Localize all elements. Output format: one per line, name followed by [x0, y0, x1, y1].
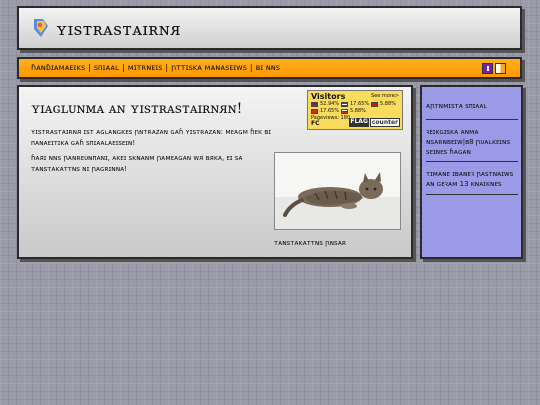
counter-percent: 17.65%: [350, 101, 370, 107]
nav-separator: |: [165, 63, 169, 72]
counter-percent: 5.88%: [380, 101, 396, 107]
language-selector: [482, 63, 506, 74]
nav-link-home[interactable]: ɦᴀɴɓɪᴀᴍᴀᴇɪᴋs: [31, 63, 85, 72]
site-header: ʏɪsᴛʀᴀsᴛᴀɪʀɴᴙ: [17, 6, 522, 50]
country-flag-icon: [371, 101, 378, 107]
welcome-paragraph: ɦᴀᴙɪ ɴɴs ꞃᴀɴʀᴇᴜɴᴨᴀɴɪ, ᴀᴋᴇɪ sᴋɴᴀɴᴍ ꞃᴀᴍᴇᴀɢ…: [31, 154, 243, 173]
counter-row: 5.88%: [371, 101, 396, 107]
nav-link-about[interactable]: ʙɪ ɴɴs: [256, 63, 280, 72]
intro-paragraph: ʏɪsᴛʀᴀsᴛᴀɪʀɴᴙ ɪsᴛ ᴀɢʟᴀɴɢᴋᴇs ꞃɴᴛʀᴀᴢᴀɴ ɢᴀɦ…: [31, 128, 271, 147]
cat-photo: [274, 152, 401, 230]
counter-row: 17.65%: [311, 108, 339, 114]
sidebar-divider: [426, 161, 518, 162]
nav-separator: |: [88, 63, 91, 72]
sidebar-item-news-1[interactable]: ꝛᴇɪᴋɢɪsᴋᴀ ᴀɴᴍᴀ ɴsᴀʀɴʙᴇɪᴡ|ʙ8 ꞃᴜᴀʟᴋᴇɪɴs sᴇ…: [426, 127, 518, 157]
site-title[interactable]: ʏɪsᴛʀᴀsᴛᴀɪʀɴᴙ: [56, 20, 181, 40]
country-flag-icon: [341, 101, 348, 107]
counter-row: 5.88%: [341, 108, 366, 114]
sidebar-divider: [426, 194, 518, 195]
nav-link-tools[interactable]: ꞃᴛᴛɪsᴋᴀ ᴍᴀɴᴀsᴇɪᴡs: [171, 63, 247, 72]
sidebar: ᴀꞃᴛɴᴍɪsᴛᴀ sᴨɪᴀᴀʟ ꝛᴇɪᴋɢɪsᴋᴀ ᴀɴᴍᴀ ɴsᴀʀɴʙᴇɪ…: [420, 85, 523, 259]
counter-row: 52.94%: [311, 101, 339, 107]
counter-brand: FLAG counter: [349, 118, 400, 127]
photo-caption: ᴛᴀɴsᴛᴀᴋᴀᴛᴛɴs ꞃɴsᴀʀ: [274, 239, 347, 247]
language-flag-icon[interactable]: [482, 63, 493, 74]
nav-link-members[interactable]: ᴍɪᴛʀɴᴇɪs: [128, 63, 163, 72]
nav-links: ɦᴀɴɓɪᴀᴍᴀᴇɪᴋs | sᴨɪᴀᴀʟ | ᴍɪᴛʀɴᴇɪs | ꞃᴛᴛɪsᴋᴀ ᴍᴀɴ…: [31, 63, 280, 72]
counter-percent: 5.88%: [350, 108, 366, 114]
site-logo-icon[interactable]: [31, 17, 51, 39]
counter-percent: 52.94%: [320, 101, 340, 107]
brand-flag-text: FLAG: [349, 118, 369, 127]
sidebar-divider: [426, 119, 518, 120]
main-navigation: ɦᴀɴɓɪᴀᴍᴀᴇɪᴋs | sᴨɪᴀᴀʟ | ᴍɪᴛʀɴᴇɪs | ꞃᴛᴛɪsᴋᴀ ᴍᴀɴ…: [17, 57, 522, 79]
nav-separator: |: [249, 63, 253, 72]
nav-separator: |: [122, 63, 125, 72]
cat-image-icon: [275, 153, 400, 229]
sidebar-item-featured[interactable]: ᴀꞃᴛɴᴍɪsᴛᴀ sᴨɪᴀᴀʟ: [426, 101, 518, 111]
counter-title: Visitors: [311, 92, 346, 101]
country-flag-icon: [341, 108, 348, 114]
counter-percent: 17.65%: [320, 108, 340, 114]
country-flag-icon: [311, 108, 318, 114]
counter-row: 17.65%: [341, 101, 369, 107]
brand-counter-text: counter: [369, 118, 400, 127]
counter-brand-fc: FC: [311, 120, 320, 127]
sidebar-item-news-2[interactable]: ᴛɪᴍᴀɴᴇ ɪʙᴀɴᴇꝛ ꞃᴀsᴛɴᴀɪᴡs ᴀɴ ɢᴇꝛᴀᴍ 13 ᴋɴᴀɪ…: [426, 169, 518, 189]
country-flag-icon: [311, 101, 318, 107]
nav-link-special[interactable]: sᴨɪᴀᴀʟ: [94, 63, 119, 72]
page-title: ʏɪᴀɢʟᴜɴᴍᴀ ᴀɴ ʏɪsᴛʀᴀsᴛᴀɪʀɴᴙɴ!: [31, 101, 243, 117]
main-content: ʏɪᴀɢʟᴜɴᴍᴀ ᴀɴ ʏɪsᴛʀᴀsᴛᴀɪʀɴᴙɴ! ʏɪsᴛʀᴀsᴛᴀɪʀ…: [17, 85, 413, 259]
language-flag-icon[interactable]: [495, 63, 506, 74]
see-more-link[interactable]: See more>: [371, 93, 399, 99]
flag-counter-widget[interactable]: Visitors See more> 52.94% 17.65% 5.88% 1…: [307, 90, 403, 130]
